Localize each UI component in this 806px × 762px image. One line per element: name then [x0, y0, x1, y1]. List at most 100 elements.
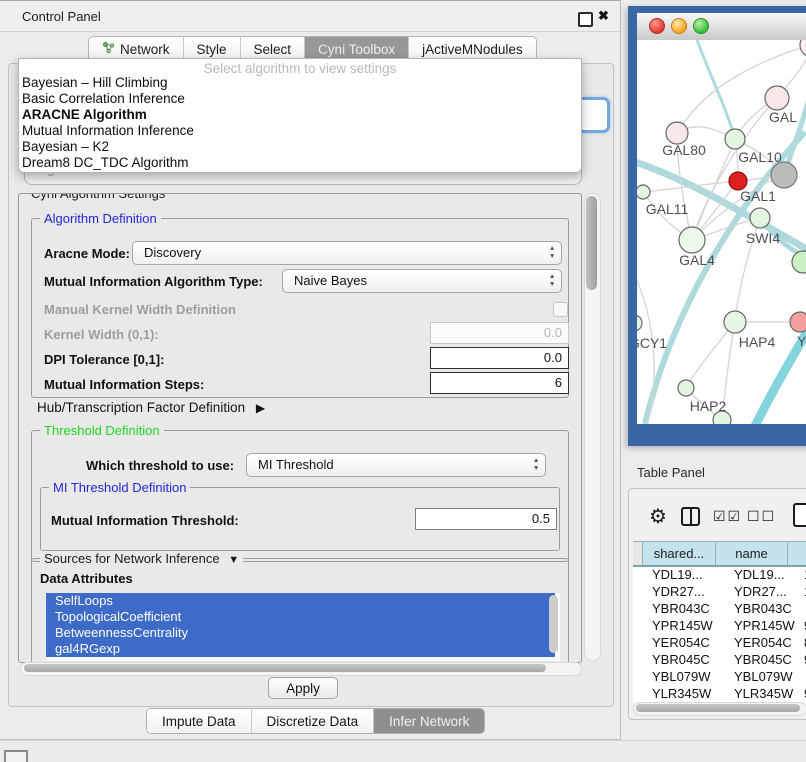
settings-vertical-scrollbar[interactable]: [584, 193, 601, 661]
table-row[interactable]: YDL19...YDL19...13: [633, 567, 806, 584]
table-body: YDL19...YDL19...13 YDR27...YDR27...12 YB…: [633, 567, 806, 703]
window-zoom-icon[interactable]: [693, 18, 709, 34]
which-threshold-label: Which threshold to use:: [86, 458, 234, 473]
dpi-tolerance-field[interactable]: 0.0: [430, 347, 569, 369]
select-all-checks-icon[interactable]: ☑☑: [713, 508, 742, 525]
stepper-icon: ▴▾: [550, 272, 554, 288]
close-icon[interactable]: ✖: [598, 8, 609, 24]
mi-algorithm-type-label: Mutual Information Algorithm Type:: [44, 274, 263, 289]
settings-horizontal-scrollbar-thumb[interactable]: [24, 664, 546, 672]
node-gal-partial[interactable]: [765, 86, 789, 110]
algorithm-option-aracne[interactable]: ARACNE Algorithm: [22, 107, 147, 122]
settings-horizontal-scrollbar[interactable]: [20, 662, 582, 676]
table-row[interactable]: YLR345WYLR345W9.: [633, 686, 806, 703]
collapse-arrow-icon: ▼: [228, 554, 239, 566]
columns-icon[interactable]: [681, 507, 700, 526]
aracne-mode-combo[interactable]: Discovery ▴▾: [132, 241, 562, 265]
stepper-icon: ▴▾: [550, 244, 554, 260]
kernel-width-label: Kernel Width (0,1):: [44, 327, 159, 342]
apply-button[interactable]: Apply: [268, 677, 338, 699]
hub-definition-label: Hub/Transcription Factor Definition: [37, 400, 245, 415]
node-gal80[interactable]: [666, 122, 688, 144]
table-row[interactable]: YPR145WYPR145W9.: [633, 618, 806, 635]
node-gal10[interactable]: [725, 129, 745, 149]
table-horizontal-scrollbar[interactable]: [633, 702, 806, 716]
sources-group-title[interactable]: Sources for Network Inference ▼: [40, 551, 243, 566]
which-threshold-combo[interactable]: MI Threshold ▴▾: [246, 453, 546, 477]
column-header-shared-name[interactable]: shared...: [642, 541, 715, 567]
algorithm-option-dream8[interactable]: Dream8 DC_TDC Algorithm: [22, 155, 189, 170]
dpi-tolerance-label: DPI Tolerance [0,1]:: [44, 352, 164, 367]
list-item-gal4rgexp[interactable]: gal4RGexp: [46, 641, 555, 657]
panel-corner-icon-partial[interactable]: [4, 750, 28, 762]
algorithm-option-bayesian-hill-climbing[interactable]: Bayesian – Hill Climbing: [22, 75, 168, 90]
node-gcy1[interactable]: [637, 315, 642, 331]
file-icon-partial[interactable]: [793, 503, 806, 527]
cyni-algorithm-settings-group: Cyni Algorithm Settings Algorithm Defini…: [18, 193, 582, 663]
node-top-partial[interactable]: [800, 40, 806, 57]
column-header-name[interactable]: name: [715, 541, 787, 567]
node-swi4[interactable]: [750, 208, 770, 228]
control-panel-title: Control Panel: [22, 9, 101, 24]
algorithm-option-basic-correlation[interactable]: Basic Correlation Inference: [22, 91, 185, 106]
node-gal11[interactable]: [637, 185, 650, 199]
tab-discretize-data[interactable]: Discretize Data: [252, 709, 375, 733]
mi-threshold-field[interactable]: 0.5: [415, 508, 557, 530]
list-item-selfloops[interactable]: SelfLoops: [46, 593, 555, 609]
float-window-icon[interactable]: [578, 12, 593, 27]
label-swi4: SWI4: [746, 230, 780, 246]
table-horizontal-scrollbar-thumb[interactable]: [636, 704, 800, 712]
window-minimize-icon[interactable]: [671, 18, 687, 34]
mi-steps-label: Mutual Information Steps:: [44, 377, 204, 392]
list-scrollbar-thumb[interactable]: [549, 595, 558, 653]
table-row[interactable]: YDR27...YDR27...12: [633, 584, 806, 601]
status-strip: [0, 740, 806, 762]
tab-impute-data[interactable]: Impute Data: [147, 709, 252, 733]
mi-steps-value: 6: [555, 375, 562, 390]
node-right-green[interactable]: [792, 251, 806, 273]
node-hap4[interactable]: [724, 311, 746, 333]
node-salmon[interactable]: [790, 312, 806, 332]
table-panel-window: ⚙ ☑☑ ☐☐ shared... name A YDL19...YDL19..…: [628, 488, 806, 720]
table-row[interactable]: YBR043CYBR043C: [633, 601, 806, 618]
list-item-topological[interactable]: TopologicalCoefficient: [46, 609, 555, 625]
node-hap2[interactable]: [678, 380, 694, 396]
table-row[interactable]: YBL079WYBL079W: [633, 669, 806, 686]
network-window-titlebar[interactable]: [637, 13, 806, 41]
application-window: Control Panel ✖ Network Style Select Cyn…: [0, 0, 806, 762]
list-item-betweenness[interactable]: BetweennessCentrality: [46, 625, 555, 641]
manual-kernel-checkbox[interactable]: [553, 302, 568, 317]
expander-arrow-icon: ▶: [256, 401, 265, 415]
sources-title-text: Sources for Network Inference: [44, 551, 220, 566]
settings-vertical-scrollbar-thumb[interactable]: [586, 196, 597, 290]
mi-threshold-value: 0.5: [532, 511, 550, 526]
label-gal-partial: GAL: [769, 109, 797, 125]
dpi-tolerance-value: 0.0: [544, 350, 562, 365]
data-attributes-list: SelfLoops TopologicalCoefficient Between…: [46, 593, 560, 661]
tab-infer-network[interactable]: Infer Network: [374, 709, 484, 733]
settings-group-title: Cyni Algorithm Settings: [27, 193, 169, 201]
label-gcy1: GCY1: [637, 335, 667, 351]
label-y-partial: Y: [797, 333, 806, 349]
algorithm-definition-group: Algorithm Definition Aracne Mode: Discov…: [31, 218, 569, 398]
mi-threshold-definition-title: MI Threshold Definition: [49, 480, 190, 495]
deselect-all-checks-icon[interactable]: ☐☐: [747, 508, 776, 525]
algorithm-option-bayesian-k2[interactable]: Bayesian – K2: [22, 139, 109, 154]
tab-network-label: Network: [120, 42, 170, 57]
label-gal80: GAL80: [662, 142, 706, 158]
network-canvas[interactable]: GAL GAL80 GAL10 GAL1 GAL11 SWI4 GAL4 GCY…: [637, 40, 806, 424]
hub-definition-expander[interactable]: Hub/Transcription Factor Definition ▶: [37, 400, 265, 415]
sources-group: Sources for Network Inference ▼ Data Att…: [31, 558, 569, 663]
mi-algorithm-type-combo[interactable]: Naive Bayes ▴▾: [282, 269, 562, 293]
window-close-icon[interactable]: [649, 18, 665, 34]
mi-steps-field[interactable]: 6: [430, 372, 569, 394]
table-row[interactable]: YER054CYER054C8.: [633, 635, 806, 652]
algorithm-placeholder: Select algorithm to view settings: [19, 61, 581, 76]
gear-icon[interactable]: ⚙: [649, 504, 667, 529]
algorithm-option-mutual-information[interactable]: Mutual Information Inference: [22, 123, 194, 138]
bottom-tabbar: Impute Data Discretize Data Infer Networ…: [146, 708, 485, 734]
node-gray[interactable]: [771, 162, 797, 188]
table-row[interactable]: YBR045CYBR045C9.: [633, 652, 806, 669]
column-header-partial[interactable]: A: [787, 541, 806, 567]
node-gal4[interactable]: [679, 227, 705, 253]
